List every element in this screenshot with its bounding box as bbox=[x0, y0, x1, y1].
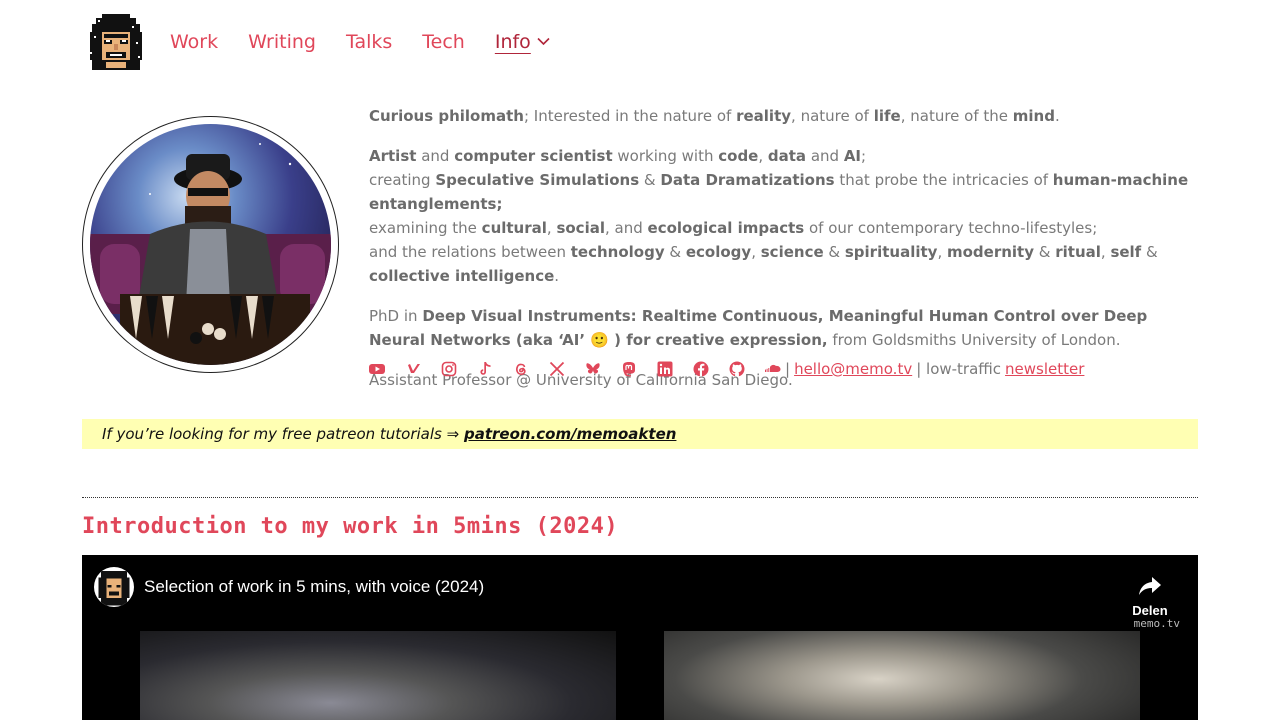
soundcloud-icon[interactable] bbox=[765, 361, 781, 377]
bio-text-span: ; Interested in the nature of bbox=[523, 107, 737, 125]
nav-talks[interactable]: Talks bbox=[346, 28, 392, 56]
bio-bold: computer scientist bbox=[454, 147, 613, 165]
vimeo-icon[interactable] bbox=[405, 361, 421, 377]
bio-bold: science bbox=[760, 243, 824, 261]
newsletter-link[interactable]: newsletter bbox=[1005, 360, 1084, 378]
bio-text-span: , bbox=[758, 147, 768, 165]
threads-icon[interactable] bbox=[513, 361, 529, 377]
facebook-icon[interactable] bbox=[693, 361, 709, 377]
patreon-banner: If you’re looking for my free patreon tu… bbox=[82, 419, 1198, 449]
bio-bold: reality bbox=[736, 107, 792, 125]
bio-paragraph-3: PhD in Deep Visual Instruments: Realtime… bbox=[369, 304, 1199, 352]
social-links: | hello@memo.tv | low-traffic newsletter bbox=[369, 360, 1084, 378]
nav-writing[interactable]: Writing bbox=[248, 28, 316, 56]
bio-bold: code bbox=[718, 147, 759, 165]
bio-bold: ecology bbox=[685, 243, 752, 261]
bio-text-span: & bbox=[823, 243, 845, 261]
site-logo[interactable] bbox=[86, 12, 146, 74]
bio-text-span: & bbox=[1034, 243, 1056, 261]
video-title[interactable]: Selection of work in 5 mins, with voice … bbox=[144, 577, 484, 597]
bio-bold: data bbox=[767, 147, 807, 165]
bio-bold: self bbox=[1110, 243, 1142, 261]
profile-photo bbox=[82, 116, 339, 373]
bio-text-span: PhD in bbox=[369, 307, 423, 325]
bio-text-span: , bbox=[751, 243, 761, 261]
nav-info[interactable]: Info bbox=[495, 28, 531, 56]
bio-bold: spirituality bbox=[844, 243, 938, 261]
email-link[interactable]: hello@memo.tv bbox=[794, 360, 912, 378]
bio-text-span: and bbox=[806, 147, 844, 165]
social-separator-2: | low-traffic bbox=[916, 360, 1002, 378]
linkedin-icon[interactable] bbox=[657, 361, 673, 377]
bio-text-span: and bbox=[416, 147, 455, 165]
bio-text-span: and the relations between bbox=[369, 243, 571, 261]
bio-text-span: . bbox=[1054, 107, 1060, 125]
bio-text-span: working with bbox=[612, 147, 719, 165]
bio-bold: Curious philomath bbox=[369, 107, 524, 125]
video-frame-right bbox=[664, 631, 1140, 720]
section-title: Introduction to my work in 5mins (2024) bbox=[82, 514, 619, 539]
nav-info-wrapper[interactable]: Info bbox=[495, 28, 550, 56]
channel-avatar[interactable] bbox=[94, 567, 134, 607]
bio-text-span: that probe the intricacies of bbox=[834, 171, 1053, 189]
chevron-down-icon[interactable] bbox=[537, 33, 550, 51]
bio-text-span: & bbox=[639, 171, 661, 189]
main-nav: Work Writing Talks Tech Info bbox=[170, 28, 550, 56]
banner-text: If you’re looking for my free patreon tu… bbox=[102, 425, 460, 443]
bio-text-span: examining the bbox=[369, 219, 482, 237]
bio-text-span: of our contemporary techno-lifestyles; bbox=[804, 219, 1098, 237]
share-button[interactable]: Delen bbox=[1124, 569, 1176, 618]
bio-bold: AI bbox=[843, 147, 862, 165]
video-watermark: memo.tv bbox=[1133, 617, 1180, 630]
section-divider bbox=[82, 497, 1198, 498]
bio-bold: cultural bbox=[481, 219, 547, 237]
bio-paragraph-2: Artist and computer scientist working wi… bbox=[369, 144, 1199, 288]
bio-text-span: & bbox=[1141, 243, 1158, 261]
youtube-icon[interactable] bbox=[369, 361, 385, 377]
bio-text-span: & bbox=[664, 243, 686, 261]
github-icon[interactable] bbox=[729, 361, 745, 377]
share-icon bbox=[1130, 569, 1170, 603]
social-separator: | bbox=[785, 360, 791, 378]
bio-bold: Artist bbox=[369, 147, 417, 165]
video-frame-left bbox=[140, 631, 616, 720]
x-icon[interactable] bbox=[549, 361, 565, 377]
bio-bold: life bbox=[873, 107, 901, 125]
bluesky-icon[interactable] bbox=[585, 361, 601, 377]
instagram-icon[interactable] bbox=[441, 361, 457, 377]
nav-tech[interactable]: Tech bbox=[422, 28, 465, 56]
bio-bold: ritual bbox=[1055, 243, 1101, 261]
bio-text-span: , bbox=[1100, 243, 1111, 261]
patreon-link[interactable]: patreon.com/memoakten bbox=[464, 425, 676, 443]
bio-bold: mind bbox=[1012, 107, 1055, 125]
bio-text-span: , nature of the bbox=[900, 107, 1013, 125]
bio-bold: collective intelligence bbox=[369, 267, 555, 285]
bio-text-span: , and bbox=[604, 219, 648, 237]
bio-bold: technology bbox=[570, 243, 665, 261]
profile-photo-image bbox=[90, 124, 331, 365]
bio-text-span: creating bbox=[369, 171, 436, 189]
bio-text-span: ; bbox=[861, 147, 867, 165]
bio-bold: ecological impacts bbox=[647, 219, 805, 237]
bio-bold: social bbox=[556, 219, 605, 237]
video-player[interactable]: Selection of work in 5 mins, with voice … bbox=[82, 555, 1198, 720]
nav-work[interactable]: Work bbox=[170, 28, 218, 56]
bio-text-span: . bbox=[554, 267, 560, 285]
bio-text-span: , bbox=[937, 243, 947, 261]
bio-text-span: from Goldsmiths University of London. bbox=[827, 331, 1121, 349]
bio-bold: modernity bbox=[946, 243, 1034, 261]
share-label: Delen bbox=[1132, 603, 1168, 618]
mastodon-icon[interactable] bbox=[621, 361, 637, 377]
bio-paragraph-1: Curious philomath; Interested in the nat… bbox=[369, 104, 1199, 128]
bio-bold: Speculative Simulations bbox=[435, 171, 640, 189]
bio-text-span: , nature of bbox=[791, 107, 874, 125]
tiktok-icon[interactable] bbox=[477, 361, 493, 377]
bio-bold: Data Dramatizations bbox=[660, 171, 835, 189]
